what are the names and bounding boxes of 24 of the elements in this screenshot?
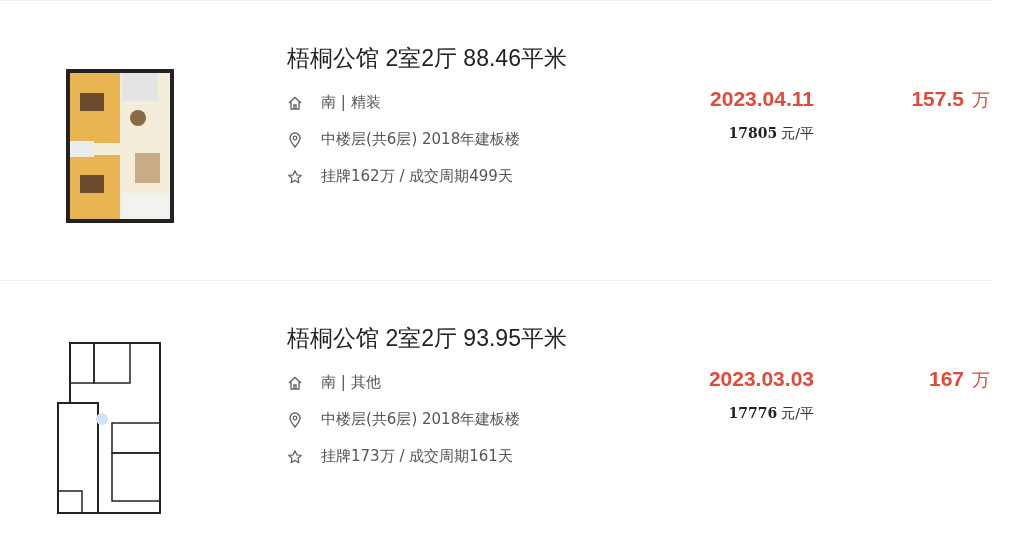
deal-date: 2023.03.03	[707, 367, 814, 391]
total-price: 157.5	[911, 87, 964, 110]
star-icon	[287, 168, 303, 185]
total-price: 167	[928, 367, 964, 390]
star-icon	[287, 448, 303, 465]
total-price-unit: 万	[972, 369, 990, 390]
listing-detail: 中楼层(共6层) 2018年建板楼	[321, 130, 521, 149]
listing-title[interactable]: 梧桐公馆 2室2厅 88.46平米	[287, 43, 600, 74]
listing-detail: 南 | 其他	[321, 373, 381, 392]
total-price-unit: 万	[972, 89, 990, 110]
unit-price-unit: 元/平	[781, 125, 814, 141]
listing-title[interactable]: 梧桐公馆 2室2厅 93.95平米	[287, 323, 600, 354]
unit-price: 17776	[728, 405, 778, 421]
deal-date: 2023.04.11	[709, 87, 814, 111]
listing-detail: 挂牌162万 / 成交周期499天	[321, 167, 513, 186]
listing-detail: 南 | 精装	[321, 93, 381, 112]
unit-price-unit: 元/平	[781, 405, 814, 421]
unit-price: 17805	[728, 125, 778, 141]
house-icon	[287, 374, 303, 391]
listing-detail: 挂牌173万 / 成交周期161天	[321, 447, 513, 466]
house-icon	[287, 94, 303, 111]
location-pin-icon	[287, 411, 303, 428]
location-pin-icon	[287, 131, 303, 148]
listing-detail: 中楼层(共6层) 2018年建板楼	[321, 410, 521, 429]
